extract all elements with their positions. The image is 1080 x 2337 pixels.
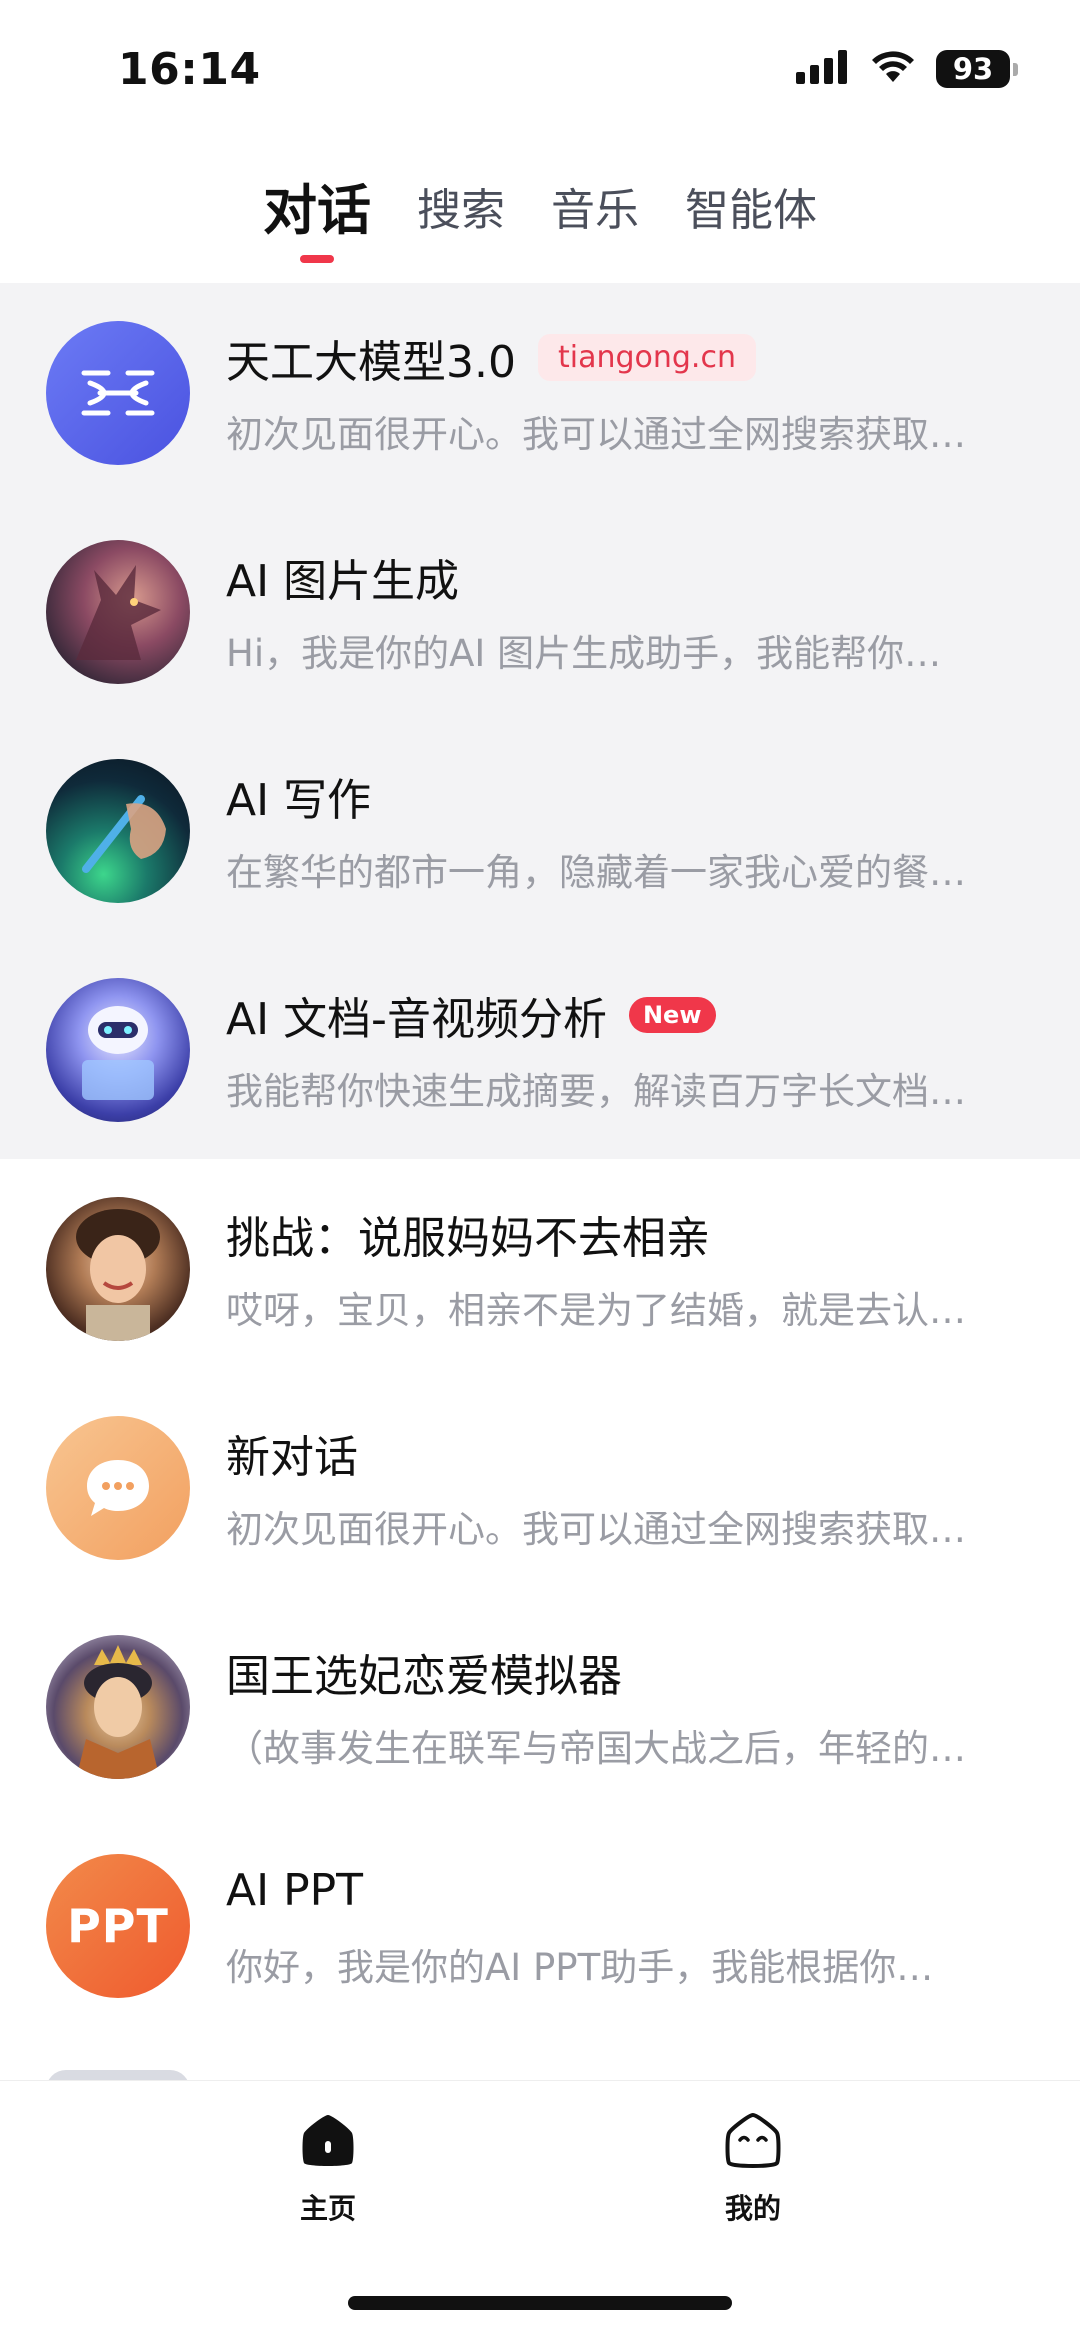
conversation-title: AI 图片生成 <box>226 555 460 607</box>
conversation-title: AI 文档-音视频分析 <box>226 993 607 1045</box>
ppt-logo-icon: PPT <box>46 1853 190 1998</box>
conversation-title: 国王选妃恋爱模拟器 <box>226 1650 622 1702</box>
nav-home[interactable]: 主页 <box>258 2111 398 2227</box>
conversation-title: 天工大模型3.0 <box>226 336 516 388</box>
top-tab-bar: 对话 搜索 音乐 智能体 <box>0 160 1080 270</box>
status-time: 16:14 <box>118 44 261 95</box>
nav-me[interactable]: 我的 <box>683 2111 823 2227</box>
conversation-item-ai-doc[interactable]: AI 文档-音视频分析 New 我能帮你快速生成摘要，解读百万字长文档… <box>0 940 1080 1159</box>
tab-search-label: 搜索 <box>417 185 505 236</box>
tab-agents-label: 智能体 <box>685 185 817 236</box>
tab-music-label: 音乐 <box>551 185 639 236</box>
conversation-item-tiangong[interactable]: 天工大模型3.0 tiangong.cn 初次见面很开心。我可以通过全网搜索获取… <box>0 283 1080 502</box>
robot-avatar <box>46 977 190 1122</box>
conversation-preview: （故事发生在联军与帝国大战之后，年轻的… <box>226 1726 966 1770</box>
conversation-preview: 初次见面很开心。我可以通过全网搜索获取… <box>226 412 966 456</box>
wifi-icon <box>870 50 916 88</box>
new-badge: New <box>628 996 716 1033</box>
nav-me-label: 我的 <box>724 2192 781 2225</box>
profile-face-icon <box>723 2111 783 2175</box>
conversation-item-new-chat[interactable]: 新对话 初次见面很开心。我可以通过全网搜索获取… <box>0 1378 1080 1597</box>
conversation-preview: Hi，我是你的AI 图片生成助手，我能帮你… <box>226 631 942 675</box>
conversation-item-persuade-mom[interactable]: 挑战：说服妈妈不去相亲 哎呀，宝贝，相亲不是为了结婚，就是去认… <box>0 1159 1080 1378</box>
conversation-title: 挑战：说服妈妈不去相亲 <box>226 1212 710 1264</box>
tab-chat[interactable]: 对话 <box>263 160 371 263</box>
conversation-title: AI 写作 <box>226 774 372 826</box>
status-icons: 93 <box>796 50 1018 88</box>
site-tag: tiangong.cn <box>537 334 756 381</box>
conversation-preview: 哎呀，宝贝，相亲不是为了结婚，就是去认… <box>226 1288 966 1332</box>
conversation-item-ai-writing[interactable]: AI 写作 在繁华的都市一角，隐藏着一家我心爱的餐… <box>0 721 1080 940</box>
pinned-conversations: 天工大模型3.0 tiangong.cn 初次见面很开心。我可以通过全网搜索获取… <box>0 283 1080 1159</box>
active-tab-indicator <box>300 255 334 263</box>
mother-portrait-avatar <box>46 1196 190 1341</box>
conversation-title: AI PPT <box>226 1865 364 1916</box>
conversation-item-ai-image[interactable]: AI 图片生成 Hi，我是你的AI 图片生成助手，我能帮你… <box>0 502 1080 721</box>
status-bar: 16:14 93 <box>0 0 1080 140</box>
conversation-preview: 初次见面很开心。我可以通过全网搜索获取… <box>226 1507 966 1551</box>
tab-search[interactable]: 搜索 <box>417 160 505 238</box>
tab-chat-label: 对话 <box>263 179 371 242</box>
conversation-item-ai-ppt[interactable]: PPT AI PPT 你好，我是你的AI PPT助手，我能根据你… <box>0 1816 1080 2035</box>
tab-agents[interactable]: 智能体 <box>685 160 817 238</box>
conversation-title: 新对话 <box>226 1431 358 1483</box>
nav-home-label: 主页 <box>299 2192 356 2225</box>
writing-hand-avatar <box>46 758 190 903</box>
conversation-item-king-simulator[interactable]: 国王选妃恋爱模拟器 （故事发生在联军与帝国大战之后，年轻的… <box>0 1597 1080 1816</box>
king-portrait-avatar <box>46 1634 190 1779</box>
chat-bubble-icon <box>46 1415 190 1560</box>
ppt-logo-text: PPT <box>67 1898 169 1953</box>
conversation-preview: 我能帮你快速生成摘要，解读百万字长文档… <box>226 1069 966 1113</box>
signal-icon <box>796 50 850 88</box>
home-icon <box>298 2111 358 2175</box>
home-indicator[interactable] <box>348 2296 732 2310</box>
conversation-preview: 你好，我是你的AI PPT助手，我能根据你… <box>226 1945 934 1989</box>
app-screen: 16:14 93 对话 搜索 音乐 智能体 天工大模型3.0 tiangong.… <box>0 0 1080 2337</box>
tiangong-logo-icon <box>46 320 190 465</box>
battery-level: 93 <box>952 52 994 86</box>
tab-music[interactable]: 音乐 <box>551 160 639 238</box>
dragon-avatar <box>46 539 190 684</box>
battery-icon: 93 <box>936 50 1018 88</box>
conversation-preview: 在繁华的都市一角，隐藏着一家我心爱的餐… <box>226 850 966 894</box>
conversation-list: 天工大模型3.0 tiangong.cn 初次见面很开心。我可以通过全网搜索获取… <box>0 283 1080 2035</box>
